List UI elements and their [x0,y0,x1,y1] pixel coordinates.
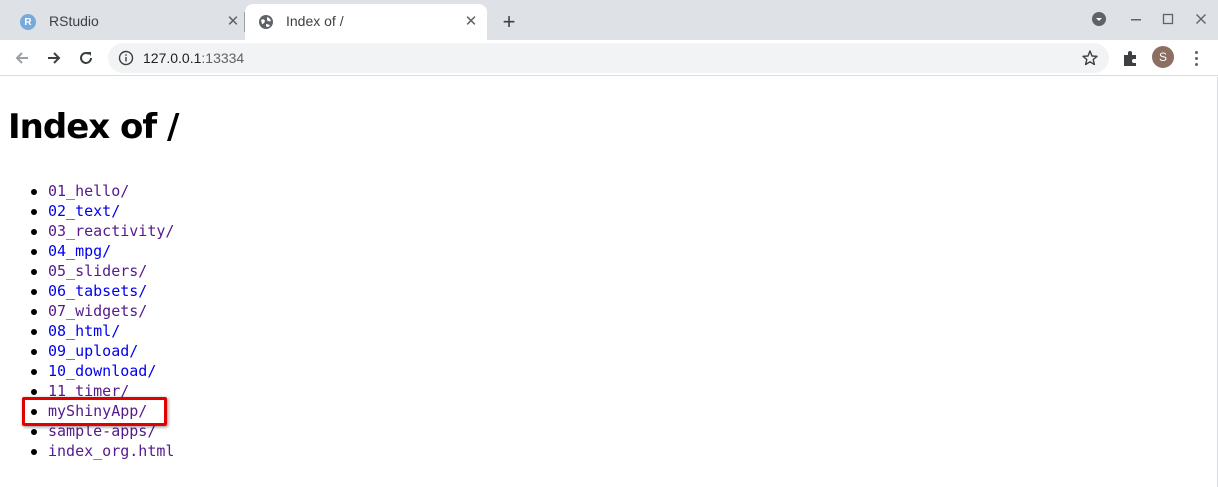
directory-link[interactable]: 04_mpg/ [48,242,111,260]
maximize-button[interactable] [1158,9,1178,29]
chevron-down-icon [1092,12,1106,26]
list-item: 09_upload/ [28,341,174,361]
reload-button[interactable] [74,46,98,70]
list-item: 02_text/ [28,201,174,221]
url-text[interactable]: 127.0.0.1:13334 [143,50,244,66]
directory-link[interactable]: 07_widgets/ [48,302,147,320]
new-tab-button[interactable]: + [498,9,520,34]
highlight-annotation [22,397,167,426]
directory-link[interactable]: 09_upload/ [48,342,138,360]
close-tab-icon[interactable]: ✕ [462,12,480,30]
globe-icon [259,15,273,29]
tab-search-button[interactable] [1089,9,1109,29]
avatar[interactable]: S [1152,46,1174,68]
address-bar[interactable]: 127.0.0.1:13334 [108,43,1109,73]
arrow-right-icon [48,52,61,64]
menu-icon[interactable] [1186,48,1206,68]
info-icon[interactable] [118,50,134,66]
list-item: 05_sliders/ [28,261,174,281]
arrow-left-icon [15,52,28,64]
directory-link[interactable]: 06_tabsets/ [48,282,147,300]
directory-link[interactable]: 02_text/ [48,202,120,220]
list-item: 01_hello/ [28,181,174,201]
list-item: 10_download/ [28,361,174,381]
list-item: 07_widgets/ [28,301,174,321]
back-button[interactable] [10,46,34,70]
directory-link[interactable]: 10_download/ [48,362,156,380]
url-host: 127.0.0.1 [143,50,202,66]
minimize-icon [1131,19,1141,21]
tab-title: Index of / [286,13,344,29]
close-tab-icon[interactable]: ✕ [224,12,242,30]
forward-button[interactable] [42,46,66,70]
directory-link[interactable]: 01_hello/ [48,182,129,200]
list-item: 03_reactivity/ [28,221,174,241]
browser-toolbar: 127.0.0.1:13334 S [0,40,1218,76]
page-title: Index of / [8,107,179,147]
tab-rstudio[interactable]: R RStudio ✕ [8,4,244,40]
rstudio-icon: R [20,14,36,30]
list-item: index_org.html [28,441,174,461]
tab-strip: R RStudio ✕ Index of / ✕ + [0,0,1218,40]
close-icon [1196,14,1206,24]
minimize-button[interactable] [1126,9,1146,29]
directory-link[interactable]: 05_sliders/ [48,262,147,280]
close-window-button[interactable] [1191,9,1211,29]
puzzle-icon[interactable] [1121,48,1141,68]
list-item: 06_tabsets/ [28,281,174,301]
list-item: 04_mpg/ [28,241,174,261]
directory-link[interactable]: 08_html/ [48,322,120,340]
star-icon[interactable] [1081,49,1099,67]
tab-title: RStudio [49,13,99,29]
file-link[interactable]: index_org.html [48,442,174,460]
list-item: 08_html/ [28,321,174,341]
page-content: Index of / 01_hello/ 02_text/ 03_reactiv… [0,77,1218,487]
maximize-icon [1162,13,1174,25]
tab-index[interactable]: Index of / ✕ [245,4,487,40]
directory-link[interactable]: 03_reactivity/ [48,222,174,240]
reload-icon [80,52,92,64]
url-port: :13334 [201,50,245,66]
